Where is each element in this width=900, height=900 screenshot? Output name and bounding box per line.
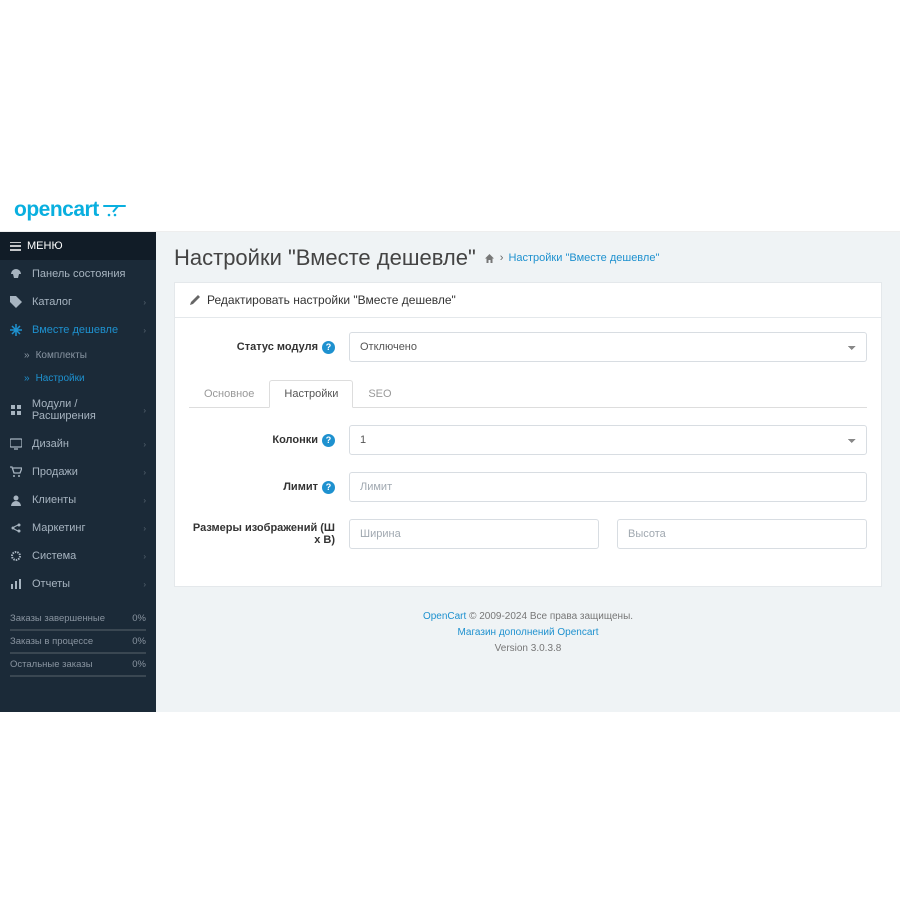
limit-label: Лимит ? bbox=[189, 481, 349, 494]
chevron-right-icon: › bbox=[143, 552, 146, 561]
sidebar-item-catalog[interactable]: Каталог› bbox=[0, 288, 156, 316]
chevron-right-icon: › bbox=[143, 524, 146, 533]
page-header: Настройки "Вместе дешевле" › Настройки "… bbox=[156, 232, 900, 282]
chevron-right-icon: › bbox=[143, 440, 146, 449]
footer-version: Version 3.0.3.8 bbox=[156, 641, 900, 657]
sidebar-sub-settings[interactable]: Настройки bbox=[0, 367, 156, 390]
tab-seo[interactable]: SEO bbox=[353, 380, 406, 408]
status-label: Статус модуля ? bbox=[189, 341, 349, 354]
home-icon[interactable] bbox=[484, 253, 495, 264]
form-row-columns: Колонки ? 1 bbox=[189, 425, 867, 455]
menu-header[interactable]: МЕНЮ bbox=[0, 232, 156, 260]
gear-icon bbox=[10, 550, 24, 562]
tab-main[interactable]: Основное bbox=[189, 380, 269, 408]
stat-processing: Заказы в процессе0% bbox=[10, 631, 146, 654]
footer-brand-link[interactable]: OpenCart bbox=[423, 611, 466, 622]
form-row-status: Статус модуля ? Отключено bbox=[189, 332, 867, 362]
header: opencart bbox=[0, 189, 900, 232]
status-select[interactable]: Отключено bbox=[349, 332, 867, 362]
top-whitespace bbox=[0, 0, 900, 189]
sidebar-item-clients[interactable]: Клиенты› bbox=[0, 486, 156, 514]
panel-header: Редактировать настройки "Вместе дешевле" bbox=[175, 283, 881, 318]
share-icon bbox=[10, 522, 24, 534]
help-icon[interactable]: ? bbox=[322, 481, 335, 494]
images-label: Размеры изображений (Ш x В) bbox=[189, 522, 349, 546]
chevron-right-icon: › bbox=[143, 496, 146, 505]
sidebar-item-marketing[interactable]: Маркетинг› bbox=[0, 514, 156, 542]
sidebar-item-system[interactable]: Система› bbox=[0, 542, 156, 570]
chevron-right-icon: › bbox=[143, 298, 146, 307]
sidebar-item-design[interactable]: Дизайн› bbox=[0, 430, 156, 458]
sidebar-item-cheaper[interactable]: Вместе дешевле› bbox=[0, 316, 156, 344]
sidebar-sub-kits[interactable]: Комплекты bbox=[0, 344, 156, 367]
chevron-right-icon: › bbox=[143, 326, 146, 335]
stat-completed: Заказы завершенные0% bbox=[10, 608, 146, 631]
puzzle-icon bbox=[10, 404, 24, 416]
cart-logo-icon bbox=[103, 203, 127, 217]
breadcrumb: › Настройки "Вместе дешевле" bbox=[484, 252, 660, 264]
sidebar-item-reports[interactable]: Отчеты› bbox=[0, 570, 156, 598]
sidebar-item-modules[interactable]: Модули / Расширения› bbox=[0, 390, 156, 430]
tabs: Основное Настройки SEO bbox=[189, 379, 867, 408]
help-icon[interactable]: ? bbox=[322, 341, 335, 354]
height-input[interactable] bbox=[617, 519, 867, 549]
page-title: Настройки "Вместе дешевле" bbox=[174, 245, 476, 271]
sidebar-stats: Заказы завершенные0% Заказы в процессе0%… bbox=[0, 598, 156, 695]
dashboard-icon bbox=[10, 268, 24, 280]
settings-panel: Редактировать настройки "Вместе дешевле"… bbox=[174, 282, 882, 587]
sidebar: МЕНЮ Панель состояния Каталог› Вместе де… bbox=[0, 232, 156, 712]
logo[interactable]: opencart bbox=[14, 198, 127, 222]
columns-label: Колонки ? bbox=[189, 434, 349, 447]
footer: OpenCart © 2009-2024 Все права защищены.… bbox=[156, 605, 900, 667]
chevron-right-icon: › bbox=[143, 580, 146, 589]
help-icon[interactable]: ? bbox=[322, 434, 335, 447]
form-row-images: Размеры изображений (Ш x В) bbox=[189, 519, 867, 549]
width-input[interactable] bbox=[349, 519, 599, 549]
tag-icon bbox=[10, 296, 24, 308]
sidebar-item-dashboard[interactable]: Панель состояния bbox=[0, 260, 156, 288]
pencil-icon bbox=[189, 294, 201, 306]
monitor-icon bbox=[10, 438, 24, 450]
tab-settings[interactable]: Настройки bbox=[269, 380, 353, 408]
columns-select[interactable]: 1 bbox=[349, 425, 867, 455]
limit-input[interactable] bbox=[349, 472, 867, 502]
user-icon bbox=[10, 494, 24, 506]
cart-icon bbox=[10, 466, 24, 478]
asterisk-icon bbox=[10, 324, 24, 336]
footer-addons-link[interactable]: Магазин дополнений Opencart bbox=[457, 627, 598, 638]
chart-icon bbox=[10, 578, 24, 590]
stat-other: Остальные заказы0% bbox=[10, 654, 146, 677]
breadcrumb-link[interactable]: Настройки "Вместе дешевле" bbox=[508, 252, 659, 264]
hamburger-icon bbox=[10, 242, 21, 251]
main-content: Настройки "Вместе дешевле" › Настройки "… bbox=[156, 232, 900, 712]
form-row-limit: Лимит ? bbox=[189, 472, 867, 502]
sidebar-item-sales[interactable]: Продажи› bbox=[0, 458, 156, 486]
chevron-right-icon: › bbox=[143, 468, 146, 477]
chevron-right-icon: › bbox=[143, 406, 146, 415]
